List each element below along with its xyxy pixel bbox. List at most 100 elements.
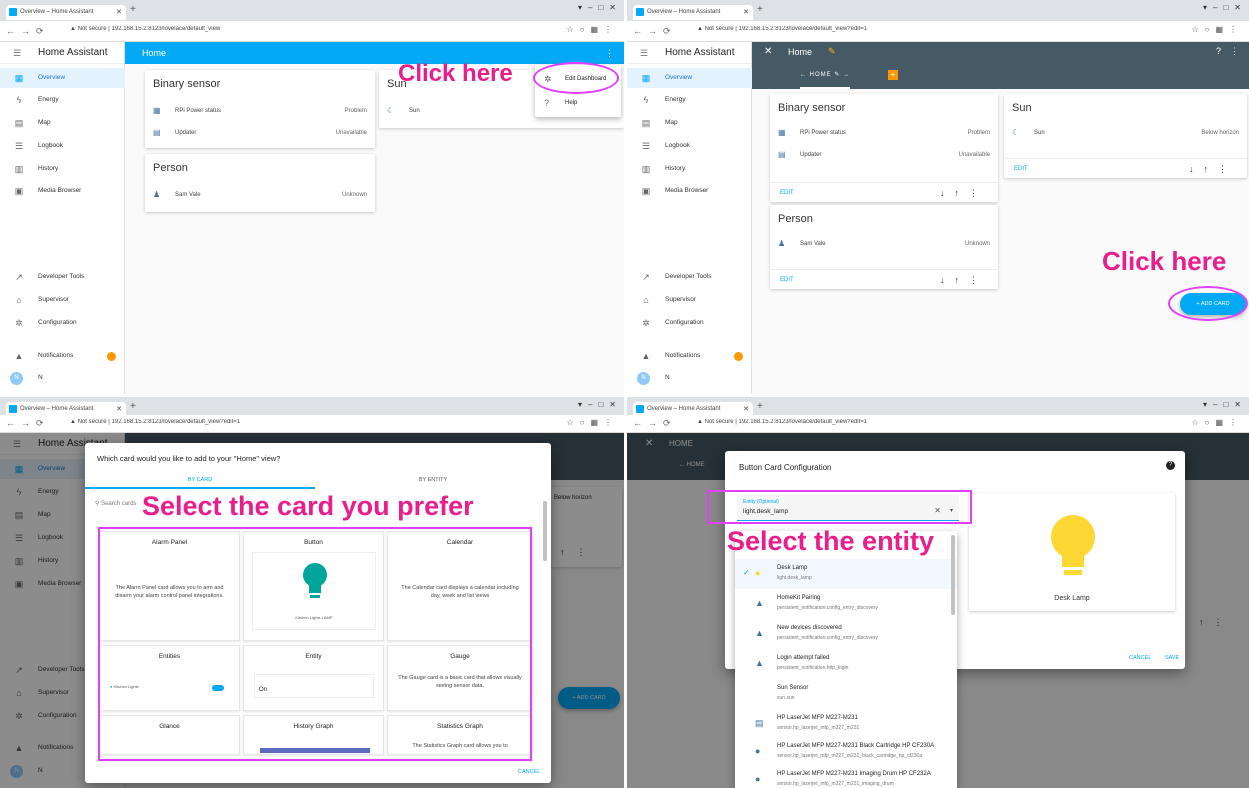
cancel-button[interactable]: CANCEL <box>518 769 540 775</box>
sidebar-item-map[interactable]: ▤ Map <box>627 113 752 133</box>
sidebar-item-supervisor[interactable]: ⌂ Supervisor <box>627 290 752 310</box>
sidebar-item-media[interactable]: ▣ Media Browser <box>627 181 752 201</box>
nav-buttons[interactable]: ←→⟳ <box>6 418 50 429</box>
window-controls[interactable]: ▾–□✕ <box>1203 3 1247 12</box>
nav-buttons[interactable]: ←→⟳ <box>6 26 50 37</box>
sidebar-user[interactable]: NN <box>627 368 752 388</box>
sidebar-item-notifications[interactable]: ▲ Notifications <box>627 346 752 366</box>
tab-indicator <box>800 87 850 89</box>
help-icon[interactable]: ? <box>1166 461 1175 470</box>
sidebar-item-overview[interactable]: ▦ Overview <box>627 68 752 88</box>
sidebar-item-overview[interactable]: ▦ Overview <box>0 68 125 88</box>
cancel-button[interactable]: CANCEL <box>1129 655 1151 661</box>
pencil-icon[interactable]: ✎ <box>828 46 836 57</box>
entity-option[interactable]: Sun Sensor sun.sun <box>735 679 957 709</box>
entity-row[interactable]: ☾ Sun Below horizon <box>1012 126 1239 140</box>
sidebar-item-devtools[interactable]: ↗ Developer Tools <box>627 267 752 287</box>
entity-name: Updater <box>800 152 822 158</box>
entity-option-id: persistent_notification.config_entry_dis… <box>777 635 878 641</box>
new-tab-icon[interactable]: + <box>757 401 763 412</box>
new-tab-icon[interactable]: + <box>757 4 763 15</box>
overflow-menu-icon[interactable]: ⋮ <box>1230 46 1239 57</box>
menu-icon[interactable]: ☰ <box>13 42 21 64</box>
view-title: Home <box>142 48 167 58</box>
entity-row[interactable]: ♟ Sam Vale Unknown <box>153 188 367 202</box>
sidebar-item-logbook[interactable]: ☰ Logbook <box>0 136 125 156</box>
scrollbar[interactable] <box>951 535 955 615</box>
sidebar-item-configuration[interactable]: ✲ Configuration <box>0 313 125 333</box>
sidebar-item-notifications[interactable]: ▲ Notifications <box>0 346 125 366</box>
sidebar-item-history[interactable]: ▥ History <box>627 159 752 179</box>
card-edit-footer: EDIT ↓↑⋮ <box>770 269 998 289</box>
url-text[interactable]: ▲ Not secure | 192.168.15.2:8123/lovelac… <box>70 419 370 425</box>
entity-row[interactable]: ▤ Updater Unavailable <box>778 148 990 162</box>
scrollbar[interactable] <box>543 501 547 561</box>
entity-row[interactable]: ▦ RPi Power status Problem <box>778 126 990 140</box>
bell-icon: ▲ <box>755 628 764 638</box>
view-tab[interactable]: ← HOME ✎ → <box>800 71 850 78</box>
new-tab-icon[interactable]: + <box>130 4 136 15</box>
entity-option[interactable]: ▲ Login attempt failed persistent_notifica… <box>735 649 957 679</box>
close-edit-icon[interactable]: ✕ <box>764 46 772 57</box>
card-edit-button[interactable]: EDIT <box>780 270 794 290</box>
address-bar[interactable]: ←→⟳ ▲ Not secure | 192.168.15.2:8123/lov… <box>627 415 1249 433</box>
sidebar-item-supervisor[interactable]: ⌂ Supervisor <box>0 290 125 310</box>
add-view-icon[interactable]: + <box>888 70 898 80</box>
new-tab-icon[interactable]: + <box>130 401 136 412</box>
entity-option-name: HomeKit Pairing <box>777 595 821 601</box>
toolbar-icons[interactable]: ☆○▦⋮ <box>566 418 618 427</box>
card-edit-button[interactable]: EDIT <box>1014 159 1028 179</box>
entity-row[interactable]: ▦ RPi Power status Problem <box>153 104 367 118</box>
address-bar[interactable]: ←→⟳ ▲ Not secure | 192.168.15.2:8123/lov… <box>627 21 1249 42</box>
close-tab-icon[interactable]: ✕ <box>116 5 122 20</box>
browser-tab[interactable]: Overview – Home Assistant ✕ <box>633 5 753 20</box>
tab-by-card[interactable]: BY CARD <box>85 471 315 489</box>
sidebar-item-energy[interactable]: ϟ Energy <box>627 90 752 110</box>
window-controls[interactable]: ▾–□✕ <box>1203 400 1247 409</box>
entity-row[interactable]: ♟ Sam Vale Unknown <box>778 237 990 251</box>
sidebar-item-map[interactable]: ▤ Map <box>0 113 125 133</box>
card-move-icons[interactable]: ↓↑⋮ <box>940 270 988 290</box>
sidebar-item-label: Configuration <box>38 319 77 326</box>
toolbar-icons[interactable]: ☆○▦⋮ <box>566 25 618 34</box>
sidebar-item-devtools[interactable]: ↗ Developer Tools <box>0 267 125 287</box>
save-button[interactable]: SAVE <box>1165 655 1179 661</box>
sidebar-user[interactable]: NN <box>0 368 125 388</box>
entity-row[interactable]: ▤ Updater Unavailable <box>153 126 367 140</box>
menu-icon[interactable]: ☰ <box>640 42 648 64</box>
help-icon[interactable]: ? <box>1216 46 1221 56</box>
entity-option-id: persistent_notification.http_login <box>777 665 849 671</box>
entity-state: Problem <box>344 108 367 114</box>
nav-buttons[interactable]: ←→⟳ <box>633 418 677 429</box>
sidebar-item-logbook[interactable]: ☰ Logbook <box>627 136 752 156</box>
window-controls[interactable]: ▾–□✕ <box>578 400 622 409</box>
nav-buttons[interactable]: ←→⟳ <box>633 26 677 37</box>
toolbar-icons[interactable]: ☆○▦⋮ <box>1191 25 1243 34</box>
window-controls[interactable]: ▾–□✕ <box>578 3 622 12</box>
toolbar-icons[interactable]: ☆○▦⋮ <box>1191 418 1243 427</box>
sidebar-item-configuration[interactable]: ✲ Configuration <box>627 313 752 333</box>
entity-option[interactable]: ✓ ● Desk Lamp light.desk_lamp <box>735 559 957 589</box>
address-bar[interactable]: ←→⟳ ▲ Not secure | 192.168.15.2:8123/lov… <box>0 415 624 433</box>
url-text[interactable]: ▲ Not secure | 192.168.15.2:8123/lovelac… <box>70 26 370 32</box>
tab-by-entity[interactable]: BY ENTITY <box>315 471 551 489</box>
sidebar-item-media[interactable]: ▣ Media Browser <box>0 181 125 201</box>
menu-item-help[interactable]: ? Help <box>535 92 621 114</box>
close-tab-icon[interactable]: ✕ <box>743 5 749 20</box>
browser-tab[interactable]: Overview – Home Assistant ✕ <box>6 5 126 20</box>
entity-option[interactable]: ● HP LaserJet MFP M227-M231 Imaging Drum … <box>735 765 957 788</box>
card-edit-button[interactable]: EDIT <box>780 183 794 203</box>
entity-option[interactable]: ▲ New devices discovered persistent_notifi… <box>735 619 957 649</box>
card-move-icons[interactable]: ↓↑⋮ <box>1189 159 1237 179</box>
sidebar-item-energy[interactable]: ϟ Energy <box>0 90 125 110</box>
entity-option[interactable]: ▤ HP LaserJet MFP M227-M231 sensor.hp_lase… <box>735 709 957 739</box>
sidebar-item-history[interactable]: ▥ History <box>0 159 125 179</box>
address-bar[interactable]: ←→⟳ ▲ Not secure | 192.168.15.2:8123/lov… <box>0 21 624 42</box>
person-icon: ♟ <box>778 239 786 248</box>
entity-option[interactable]: ▲ HomeKit Pairing persistent_notification.… <box>735 589 957 619</box>
url-text[interactable]: ▲ Not secure | 192.168.15.2:8123/lovelac… <box>697 26 997 32</box>
card-move-icons[interactable]: ↓↑⋮ <box>940 183 988 203</box>
overflow-menu-icon[interactable]: ⋮ <box>605 42 614 64</box>
url-text[interactable]: ▲ Not secure | 192.168.15.2:8123/lovelac… <box>697 419 997 425</box>
entity-option[interactable]: ● HP LaserJet MFP M227-M231 Black Cartrid… <box>735 737 957 767</box>
